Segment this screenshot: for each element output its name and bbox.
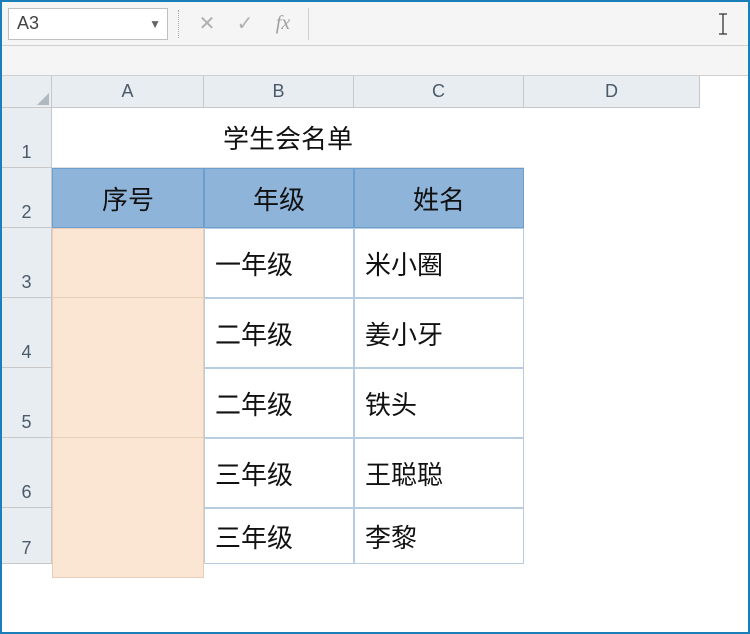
divider bbox=[178, 10, 188, 38]
cell-C5[interactable]: 铁头 bbox=[354, 368, 524, 438]
row-header-3[interactable]: 3 bbox=[2, 228, 52, 298]
cell-C3[interactable]: 米小圈 bbox=[354, 228, 524, 298]
column-headers: A B C D bbox=[2, 76, 748, 108]
col-header-B[interactable]: B bbox=[204, 76, 354, 108]
row-headers: 1 2 3 4 5 6 7 bbox=[2, 108, 52, 564]
fx-icon[interactable]: fx bbox=[264, 8, 302, 40]
cell-B3[interactable]: 一年级 bbox=[204, 228, 354, 298]
toolbar-separator bbox=[2, 46, 748, 76]
row-header-7[interactable]: 7 bbox=[2, 508, 52, 564]
name-box-value: A3 bbox=[17, 13, 39, 34]
chevron-down-icon[interactable]: ▼ bbox=[149, 17, 161, 31]
row-header-1[interactable]: 1 bbox=[2, 108, 52, 168]
cell-B5[interactable]: 二年级 bbox=[204, 368, 354, 438]
row-header-4[interactable]: 4 bbox=[2, 298, 52, 368]
row-header-6[interactable]: 6 bbox=[2, 438, 52, 508]
col-header-C[interactable]: C bbox=[354, 76, 524, 108]
name-box[interactable]: A3 ▼ bbox=[8, 8, 168, 40]
cell-C7[interactable]: 李黎 bbox=[354, 508, 524, 564]
cell-C6[interactable]: 王聪聪 bbox=[354, 438, 524, 508]
formula-input[interactable] bbox=[308, 8, 742, 40]
cell-A4-merged[interactable] bbox=[52, 298, 204, 438]
cell-header-a[interactable]: 序号 bbox=[52, 168, 204, 228]
cells-area[interactable]: 学生会名单 序号 年级 姓名 一年级 米小圈 二年级 姜小牙 二年级 铁头 三年… bbox=[52, 108, 748, 564]
row-header-5[interactable]: 5 bbox=[2, 368, 52, 438]
cell-B6[interactable]: 三年级 bbox=[204, 438, 354, 508]
cell-B4[interactable]: 二年级 bbox=[204, 298, 354, 368]
text-cursor-icon bbox=[716, 12, 730, 36]
accept-icon: ✓ bbox=[226, 8, 264, 40]
cell-B7[interactable]: 三年级 bbox=[204, 508, 354, 564]
col-header-A[interactable]: A bbox=[52, 76, 204, 108]
cell-C4[interactable]: 姜小牙 bbox=[354, 298, 524, 368]
spreadsheet-grid: A B C D 1 2 3 4 5 6 7 学生会名单 序号 年级 姓名 一年级… bbox=[2, 76, 748, 564]
row-header-2[interactable]: 2 bbox=[2, 168, 52, 228]
cell-A6-merged[interactable] bbox=[52, 438, 204, 578]
cell-title[interactable]: 学生会名单 bbox=[52, 108, 524, 168]
cell-header-b[interactable]: 年级 bbox=[204, 168, 354, 228]
formula-bar: A3 ▼ ✕ ✓ fx bbox=[2, 2, 748, 46]
cell-header-c[interactable]: 姓名 bbox=[354, 168, 524, 228]
cell-A3[interactable] bbox=[52, 228, 204, 298]
select-all-corner[interactable] bbox=[2, 76, 52, 108]
col-header-D[interactable]: D bbox=[524, 76, 700, 108]
cancel-icon: ✕ bbox=[188, 8, 226, 40]
